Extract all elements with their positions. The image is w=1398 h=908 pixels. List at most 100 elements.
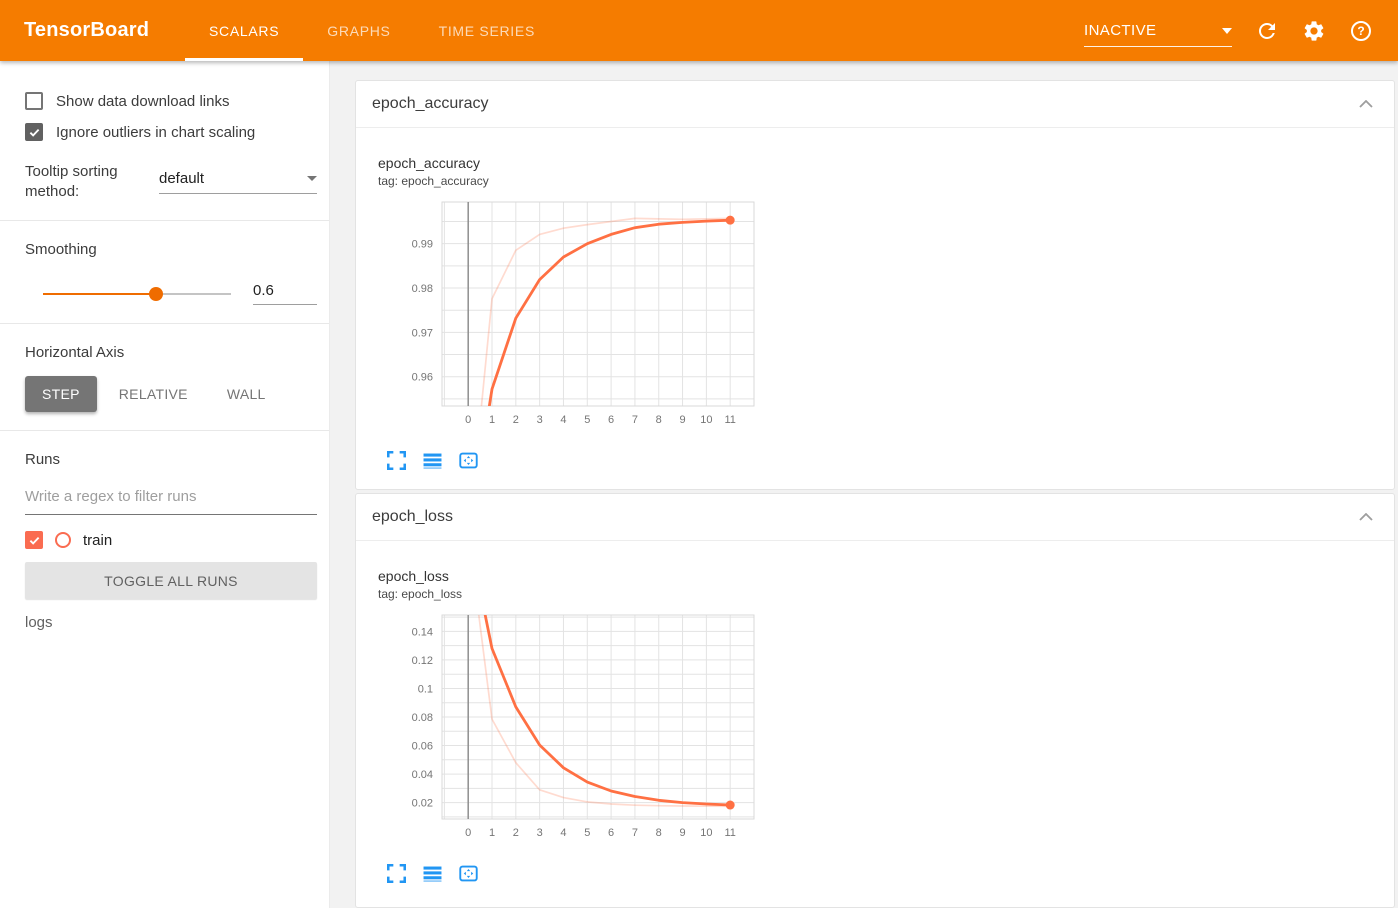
svg-text:8: 8	[656, 414, 662, 426]
ignore-outliers-checkbox[interactable]	[25, 123, 43, 141]
chart-actions	[387, 451, 1394, 470]
smoothing-value-input[interactable]: 0.6	[253, 282, 317, 305]
tab-scalars[interactable]: SCALARS	[185, 0, 304, 61]
smoothing-section: Smoothing 0.6	[0, 241, 329, 323]
svg-text:10: 10	[700, 414, 712, 426]
active-tab-indicator	[185, 58, 304, 61]
svg-text:0.1: 0.1	[418, 683, 433, 695]
tooltip-sorting-select[interactable]: default	[159, 170, 317, 194]
status-label: INACTIVE	[1084, 22, 1157, 39]
svg-text:5: 5	[584, 414, 590, 426]
svg-text:5: 5	[584, 827, 590, 839]
svg-text:10: 10	[700, 827, 712, 839]
smoothing-slider-row: 0.6	[25, 282, 317, 305]
expand-chart-icon[interactable]	[387, 451, 406, 470]
runs-label: Runs	[25, 451, 61, 468]
refresh-icon[interactable]	[1255, 19, 1279, 43]
expand-chart-icon[interactable]	[387, 864, 406, 883]
run-color-swatch	[55, 532, 71, 548]
chart-tag: tag: epoch_loss	[378, 587, 463, 601]
svg-text:0.06: 0.06	[412, 741, 433, 753]
scalars-dashboard: epoch_accuracy epoch_accuracy tag: epoch…	[330, 61, 1398, 908]
ignore-outliers-row: Ignore outliers in chart scaling	[25, 123, 317, 141]
sidebar-divider	[0, 430, 329, 431]
status-dropdown[interactable]: INACTIVE	[1084, 22, 1232, 47]
chevron-down-icon	[307, 176, 317, 181]
fit-domain-icon[interactable]	[459, 864, 478, 883]
axis-relative-button[interactable]: RELATIVE	[102, 376, 205, 412]
card-header: epoch_accuracy	[356, 81, 1394, 128]
axis-button-group: STEP RELATIVE WALL	[25, 376, 317, 412]
card-title: epoch_loss	[372, 508, 453, 525]
axis-wall-button[interactable]: WALL	[210, 376, 283, 412]
chart-title: epoch_loss	[378, 568, 449, 584]
svg-text:0.02: 0.02	[412, 798, 433, 810]
svg-text:0.14: 0.14	[412, 626, 433, 638]
svg-text:7: 7	[632, 414, 638, 426]
tensorboard-app: TensorBoard SCALARS GRAPHS TIME SERIES I…	[0, 0, 1398, 908]
svg-text:6: 6	[608, 827, 614, 839]
svg-text:11: 11	[724, 827, 735, 839]
main-tabs: SCALARS GRAPHS TIME SERIES	[185, 0, 559, 61]
svg-text:0: 0	[465, 827, 471, 839]
svg-text:0.04: 0.04	[412, 769, 433, 781]
slider-thumb[interactable]	[148, 286, 163, 301]
card-body: epoch_accuracy tag: epoch_accuracy 0.96 0…	[356, 128, 1394, 470]
card-title: epoch_accuracy	[372, 95, 489, 112]
gear-icon[interactable]	[1302, 19, 1326, 43]
svg-text:6: 6	[608, 414, 614, 426]
help-icon[interactable]: ?	[1349, 19, 1373, 43]
collapse-card-button[interactable]	[1355, 96, 1377, 112]
tab-time-series[interactable]: TIME SERIES	[415, 0, 559, 61]
svg-text:2: 2	[513, 414, 519, 426]
svg-text:1: 1	[489, 827, 495, 839]
svg-text:0.98: 0.98	[412, 283, 433, 295]
check-icon	[29, 128, 39, 137]
svg-text:9: 9	[679, 827, 685, 839]
ignore-outliers-label: Ignore outliers in chart scaling	[56, 123, 256, 141]
run-row-train: train	[25, 531, 317, 549]
card-epoch-loss: epoch_loss epoch_loss tag: epoch_loss 0.…	[355, 493, 1395, 908]
tooltip-sorting-row: Tooltip sorting method: default	[25, 162, 317, 202]
svg-text:?: ?	[1357, 24, 1364, 38]
svg-text:0.99: 0.99	[412, 239, 433, 251]
svg-text:0.97: 0.97	[412, 327, 433, 339]
tab-graphs[interactable]: GRAPHS	[303, 0, 414, 61]
toggle-y-axis-icon[interactable]	[423, 864, 442, 883]
accuracy-line-chart[interactable]: 0.96 0.97 0.98 0.99 0 1 2 3 4 5 6 7 8 9 10 11	[378, 196, 762, 444]
run-name-label: train	[83, 531, 113, 549]
app-title: TensorBoard	[24, 19, 150, 41]
chevron-up-icon	[1359, 513, 1373, 521]
show-download-links-checkbox[interactable]	[25, 92, 43, 110]
chart-title: epoch_accuracy	[378, 155, 480, 171]
svg-text:8: 8	[656, 827, 662, 839]
axis-step-button[interactable]: STEP	[25, 376, 97, 412]
toggle-y-axis-icon[interactable]	[423, 451, 442, 470]
horizontal-axis-section: Horizontal Axis STEP RELATIVE WALL	[0, 344, 329, 430]
svg-text:0.12: 0.12	[412, 655, 433, 667]
toggle-all-runs-button[interactable]: TOGGLE ALL RUNS	[25, 562, 317, 599]
runs-filter-input[interactable]	[25, 482, 317, 515]
svg-text:7: 7	[632, 827, 638, 839]
loss-line-chart[interactable]: 0.02 0.04 0.06 0.08 0.1 0.12 0.14 0 1 2 3 4 5 6 7 8 9 10 1…	[378, 609, 762, 857]
horizontal-axis-label: Horizontal Axis	[25, 344, 125, 361]
smoothing-slider[interactable]	[43, 286, 231, 301]
show-download-links-label: Show data download links	[56, 92, 230, 110]
show-download-links-row: Show data download links	[25, 92, 317, 110]
chart-tag: tag: epoch_accuracy	[378, 174, 489, 188]
general-settings-section: Show data download links Ignore outliers…	[0, 92, 329, 220]
run-train-checkbox[interactable]	[25, 531, 43, 549]
runs-section: Runs train TOGGLE ALL RUNS logs	[0, 451, 329, 649]
chart-actions	[387, 864, 1394, 883]
sidebar-divider	[0, 323, 329, 324]
sidebar-divider	[0, 220, 329, 221]
collapse-card-button[interactable]	[1355, 509, 1377, 525]
svg-text:0.96: 0.96	[412, 372, 433, 384]
chevron-down-icon	[1222, 27, 1232, 34]
svg-text:2: 2	[513, 827, 519, 839]
logs-directory-label: logs	[25, 614, 53, 631]
svg-text:1: 1	[489, 414, 495, 426]
fit-domain-icon[interactable]	[459, 451, 478, 470]
smoothing-label: Smoothing	[25, 241, 97, 258]
header-actions: INACTIVE ?	[1084, 0, 1398, 61]
